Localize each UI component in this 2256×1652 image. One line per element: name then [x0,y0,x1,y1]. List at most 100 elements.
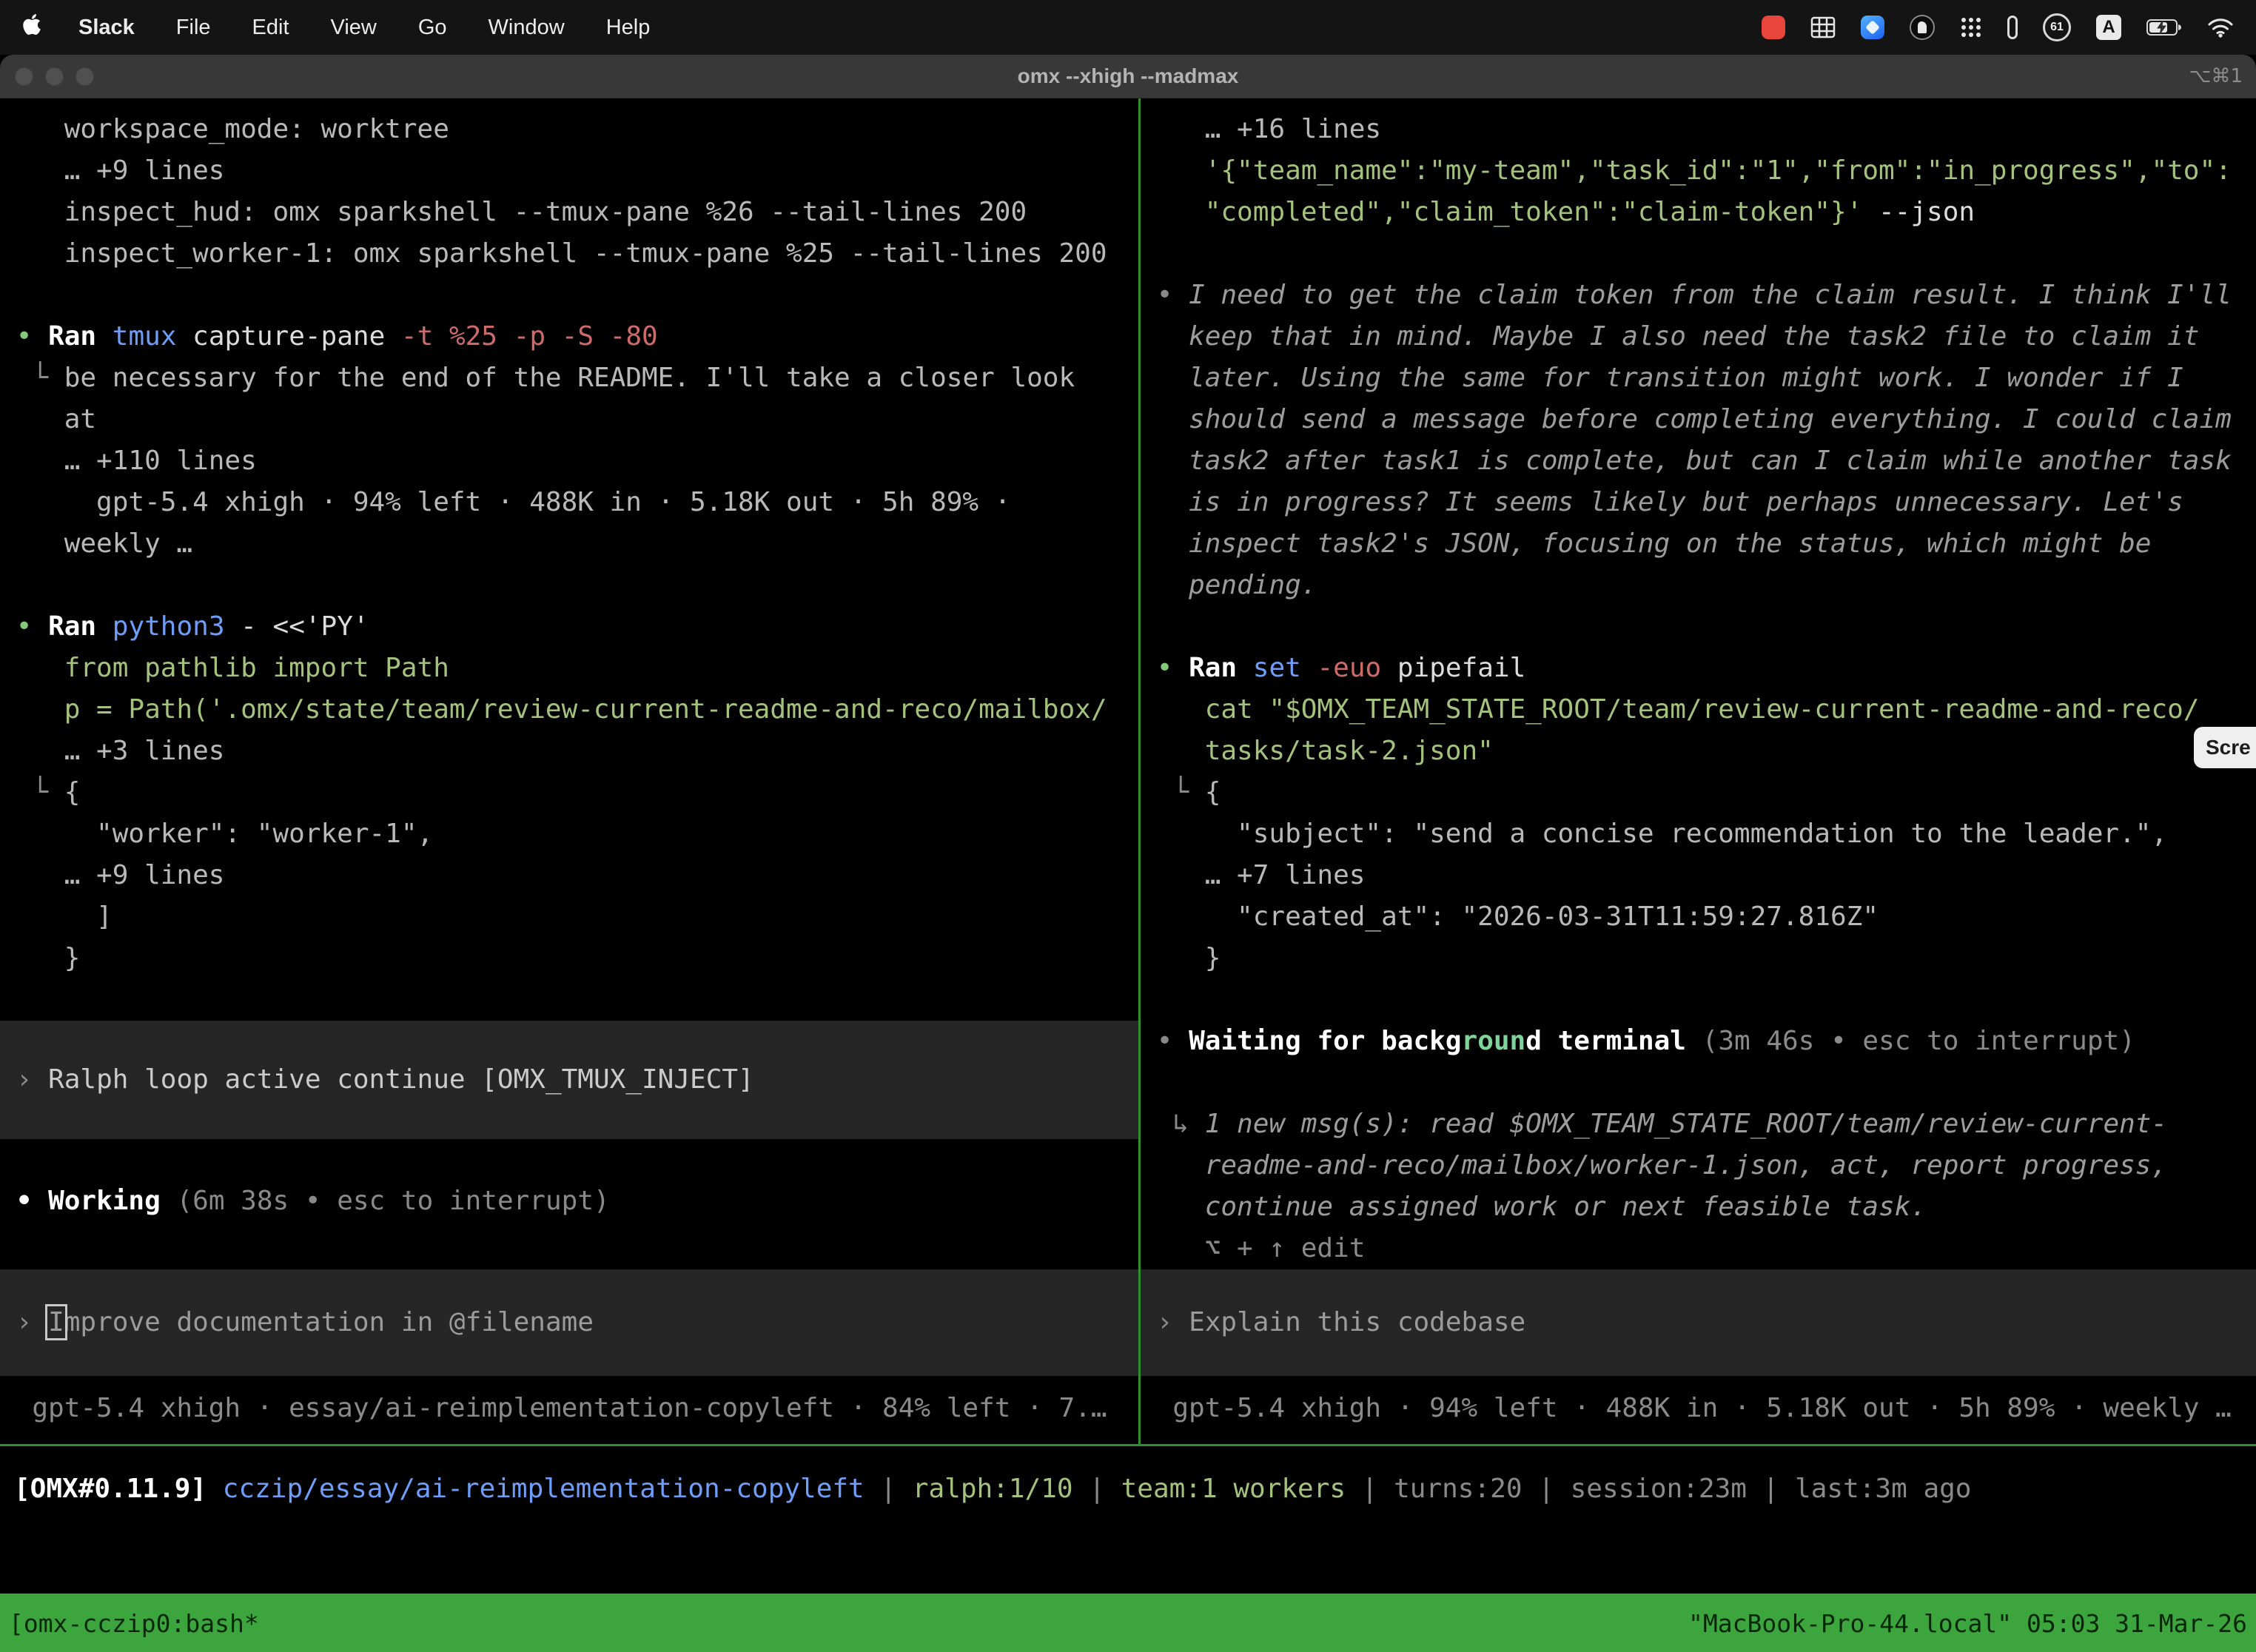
terminal-window: omx --xhigh --madmax ⌥⌘1 workspace_mode:… [0,55,2256,1652]
terminal-row: … +16 lines [1141,109,2256,150]
close-button[interactable] [15,67,33,86]
terminal-line: workspace_mode: worktree [0,109,1138,150]
minimize-button[interactable] [45,67,64,86]
capsule-icon[interactable] [2007,16,2018,39]
terminal-line: p = Path('.omx/state/team/review-current… [0,689,1138,731]
terminal-line: › Ralph loop active continue [OMX_TMUX_I… [0,1059,1138,1101]
terminal-row: … +3 lines [0,731,1138,772]
grid-icon[interactable] [1810,16,1836,38]
terminal-row [0,979,1138,1021]
terminal-row: weekly … [0,523,1138,565]
prompt-band[interactable]: › Improve documentation in @filename [0,1269,1138,1376]
terminal-line: • Waiting for background terminal (3m 46… [1141,1021,2256,1062]
terminal-row: • Working (6m 38s • esc to interrupt) [0,1181,1138,1222]
terminal-line [0,979,1138,1021]
prompt-band[interactable]: › Ralph loop active continue [OMX_TMUX_I… [0,1021,1138,1139]
terminal-row: … +110 lines [0,440,1138,482]
terminal-line: } [0,938,1138,979]
terminal-row: is in progress? It seems likely but perh… [1141,482,2256,523]
terminal-row: "worker": "worker-1", [0,813,1138,855]
window-shortcut-hint: ⌥⌘1 [2189,65,2243,87]
terminal-line: ⌥ + ↑ edit [1141,1228,2256,1269]
terminal-line: later. Using the same for transition mig… [1141,357,2256,399]
menubar: Slack File Edit View Go Window Help 61 A [0,0,2256,55]
terminal-line: • Ran set -euo pipefail [1141,648,2256,689]
terminal-line [1141,606,2256,648]
terminal-row: └ { [0,772,1138,813]
app-menu-slack[interactable]: Slack [78,16,135,40]
terminal-line: └ be necessary for the end of the README… [0,357,1138,399]
terminal-row [0,275,1138,316]
screen-recording-indicator-icon[interactable] [1762,16,1785,39]
apple-menu[interactable] [22,13,41,42]
terminal-row: } [1141,938,2256,979]
terminal-line: [OMX#0.11.9] cczip/essay/ai-reimplementa… [14,1468,2256,1510]
terminal-row: … +9 lines [0,150,1138,192]
terminal-line: from pathlib import Path [0,648,1138,689]
zoom-button[interactable] [75,67,94,86]
wifi-icon[interactable] [2207,17,2234,38]
tmux-window-tab[interactable]: [omx-cczip0:bash* [9,1609,259,1638]
terminal-line: › Explain this codebase [1141,1302,2256,1343]
terminal-line: … +9 lines [0,150,1138,192]
terminal-row: • I need to get the claim token from the… [1141,275,2256,316]
battery-percent-ring[interactable]: 61 [2043,13,2071,41]
terminal-row: ↳ 1 new msg(s): read $OMX_TEAM_STATE_ROO… [1141,1104,2256,1145]
input-source-letter: A [2102,17,2115,38]
terminal-row: • Waiting for background terminal (3m 46… [1141,1021,2256,1062]
terminal-row: … +7 lines [1141,855,2256,896]
terminal-row: inspect_hud: omx sparkshell --tmux-pane … [0,192,1138,233]
window-title: omx --xhigh --madmax [0,64,2256,88]
terminal-row: • Ran set -euo pipefail [1141,648,2256,689]
terminal-line: … +9 lines [0,855,1138,896]
terminal-line: › Improve documentation in @filename [0,1302,1138,1343]
terminal-line: at [0,399,1138,440]
menu-edit[interactable]: Edit [252,16,289,40]
terminal-line: ] [0,896,1138,938]
terminal-row: task2 after task1 is complete, but can I… [1141,440,2256,482]
input-source-icon[interactable]: A [2096,15,2121,40]
terminal-line [1141,233,2256,275]
dots-grid-icon[interactable] [1960,16,1982,38]
terminal-line [0,565,1138,606]
menu-help[interactable]: Help [606,16,651,40]
prompt-band[interactable]: › Explain this codebase [1141,1269,2256,1376]
terminal-line: inspect task2's JSON, focusing on the st… [1141,523,2256,565]
terminal-row: • Ran tmux capture-pane -t %25 -p -S -80 [0,316,1138,357]
shortcuts-icon[interactable] [1861,16,1884,39]
terminal-row: inspect_worker-1: omx sparkshell --tmux-… [0,233,1138,275]
window-titlebar[interactable]: omx --xhigh --madmax ⌥⌘1 [0,55,2256,98]
menu-view[interactable]: View [331,16,377,40]
terminal-line: task2 after task1 is complete, but can I… [1141,440,2256,482]
traffic-lights [0,67,94,86]
menu-file[interactable]: File [176,16,211,40]
terminal-line: … +16 lines [1141,109,2256,150]
screen-notification-text: Scre [2206,736,2251,759]
omx-status-pane[interactable]: [OMX#0.11.9] cczip/essay/ai-reimplementa… [0,1446,2256,1594]
tmux-pane-left[interactable]: workspace_mode: worktree … +9 lines insp… [0,98,1138,1444]
app-status-icon[interactable] [1910,15,1935,40]
terminal-line: … +3 lines [0,731,1138,772]
terminal-row: later. Using the same for transition mig… [1141,357,2256,399]
terminal-row [1141,606,2256,648]
terminal-line [0,275,1138,316]
terminal-row: inspect task2's JSON, focusing on the st… [1141,523,2256,565]
terminal-row: } [0,938,1138,979]
terminal-line: cat "$OMX_TEAM_STATE_ROOT/team/review-cu… [1141,689,2256,731]
terminal-row: ⌥ + ↑ edit [1141,1228,2256,1269]
terminal-line: tasks/task-2.json" [1141,731,2256,772]
terminal-row: keep that in mind. Maybe I also need the… [1141,316,2256,357]
battery-percent-label: 61 [2050,21,2064,34]
screen-notification-clipped[interactable]: Scre [2194,727,2256,768]
terminal-row: readme-and-reco/mailbox/worker-1.json, a… [1141,1145,2256,1186]
battery-icon[interactable] [2146,19,2182,36]
terminal-line: ↳ 1 new msg(s): read $OMX_TEAM_STATE_ROO… [1141,1104,2256,1145]
tmux-pane-right[interactable]: … +16 lines '{"team_name":"my-team","tas… [1141,98,2256,1444]
menu-go[interactable]: Go [418,16,447,40]
terminal-row [0,565,1138,606]
menu-window[interactable]: Window [489,16,565,40]
terminal-line: gpt-5.4 xhigh · essay/ai-reimplementatio… [0,1388,1138,1429]
terminal-line: … +110 lines [0,440,1138,482]
terminal-line: should send a message before completing … [1141,399,2256,440]
terminal-row: pending. [1141,565,2256,606]
